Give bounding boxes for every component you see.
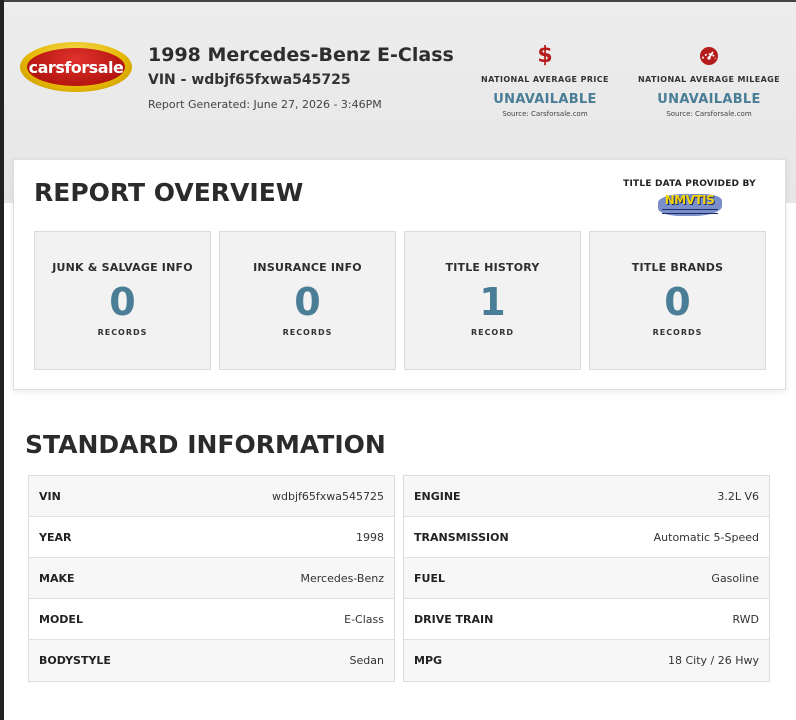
carsforsale-logo-inner: carsforsale [27, 48, 125, 86]
overview-box-insurance[interactable]: INSURANCE INFO 0 RECORDS [219, 231, 396, 370]
info-key: FUEL [414, 571, 445, 585]
logo-text: carsforsale [28, 57, 124, 77]
standard-information-title: STANDARD INFORMATION [25, 430, 386, 459]
overview-box-junk-salvage[interactable]: JUNK & SALVAGE INFO 0 RECORDS [34, 231, 211, 370]
info-key: TRANSMISSION [414, 530, 509, 544]
info-value: 18 City / 26 Hwy [667, 654, 759, 667]
standard-info-left-table: VIN wdbjf65fxwa545725 YEAR 1998 MAKE Mer… [28, 475, 395, 682]
overview-box-count: 0 [109, 280, 136, 324]
overview-box-title: TITLE HISTORY [445, 261, 540, 274]
info-key: MPG [414, 654, 443, 667]
table-row: FUEL Gasoline [404, 558, 769, 599]
table-row: MPG 18 City / 26 Hwy [404, 640, 769, 681]
speedometer-icon [700, 47, 718, 65]
overview-box-unit: RECORDS [282, 328, 333, 337]
overview-box-count: 0 [664, 280, 691, 324]
stat-source: Source: Carsforsale.com [666, 110, 752, 118]
info-key: BODYSTYLE [39, 654, 111, 667]
overview-box-title: TITLE BRANDS [631, 261, 724, 274]
overview-box-unit: RECORDS [97, 328, 148, 337]
report-overview-title: REPORT OVERVIEW [34, 178, 304, 207]
info-value: RWD [732, 612, 759, 626]
carsforsale-logo[interactable]: carsforsale [20, 42, 132, 92]
vehicle-vin: VIN - wdbjf65fxwa545725 [148, 72, 351, 88]
info-value: wdbjf65fxwa545725 [272, 489, 384, 503]
overview-box-count: 0 [294, 280, 321, 324]
info-value: 1998 [356, 530, 384, 544]
title-data-label: TITLE DATA PROVIDED BY [623, 179, 756, 189]
report-overview-card: REPORT OVERVIEW TITLE DATA PROVIDED BY N… [13, 159, 786, 390]
overview-box-title: JUNK & SALVAGE INFO [52, 261, 193, 274]
table-row: MAKE Mercedes-Benz [29, 558, 394, 599]
info-value: Mercedes-Benz [300, 571, 384, 585]
info-key: MODEL [39, 612, 83, 626]
table-row: VIN wdbjf65fxwa545725 [29, 476, 394, 517]
window-left-edge [0, 0, 4, 720]
national-average-mileage: NATIONAL AVERAGE MILEAGE UNAVAILABLE Sou… [634, 42, 784, 118]
title-data-provider: TITLE DATA PROVIDED BY NMVTIS [622, 179, 757, 219]
info-value: 3.2L V6 [717, 489, 759, 503]
national-average-price: $ NATIONAL AVERAGE PRICE UNAVAILABLE Sou… [470, 42, 620, 119]
table-row: ENGINE 3.2L V6 [404, 476, 769, 517]
overview-box-title-brands[interactable]: TITLE BRANDS 0 RECORDS [589, 231, 766, 370]
table-row: YEAR 1998 [29, 517, 394, 558]
table-row: BODYSTYLE Sedan [29, 640, 394, 681]
overview-box-unit: RECORD [470, 328, 515, 337]
info-value: Sedan [349, 654, 384, 667]
standard-info-right-table: ENGINE 3.2L V6 TRANSMISSION Automatic 5-… [403, 475, 770, 682]
stat-source: Source: Carsforsale.com [502, 110, 588, 118]
nmvtis-logo[interactable]: NMVTIS [656, 191, 724, 219]
overview-box-title: INSURANCE INFO [253, 261, 362, 274]
info-value: Gasoline [711, 571, 759, 585]
stat-value: UNAVAILABLE [657, 92, 761, 107]
table-row: DRIVE TRAIN RWD [404, 599, 769, 640]
info-key: MAKE [39, 571, 75, 585]
report-generated-date: Report Generated: June 27, 2026 - 3:46PM [148, 98, 382, 111]
nmvtis-logo-text: NMVTIS [664, 193, 715, 207]
stat-value: UNAVAILABLE [493, 92, 597, 107]
info-key: DRIVE TRAIN [414, 612, 494, 626]
table-row: TRANSMISSION Automatic 5-Speed [404, 517, 769, 558]
info-value: E-Class [344, 612, 384, 626]
window-top-edge [0, 0, 796, 2]
stat-label: NATIONAL AVERAGE MILEAGE [637, 75, 781, 84]
info-key: VIN [39, 489, 61, 503]
nmvtis-logo-underline [661, 209, 718, 214]
overview-box-count: 1 [479, 280, 506, 324]
info-value: Automatic 5-Speed [653, 530, 759, 544]
overview-box-title-history[interactable]: TITLE HISTORY 1 RECORD [404, 231, 581, 370]
overview-box-unit: RECORDS [652, 328, 703, 337]
table-row: MODEL E-Class [29, 599, 394, 640]
dollar-icon: $ [537, 42, 553, 68]
info-key: ENGINE [414, 489, 461, 503]
stat-label: NATIONAL AVERAGE PRICE [481, 75, 609, 84]
info-key: YEAR [39, 530, 72, 544]
vehicle-title: 1998 Mercedes-Benz E-Class [148, 44, 454, 66]
